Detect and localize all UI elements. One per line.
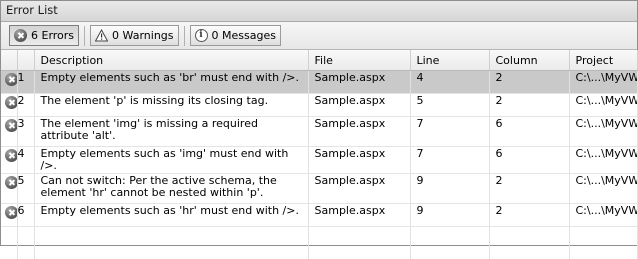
row-number: 4 xyxy=(17,147,34,174)
row-line: 5 xyxy=(410,94,489,117)
row-number: 3 xyxy=(17,117,34,147)
messages-filter-button[interactable]: i 0 Messages xyxy=(190,25,281,46)
row-column: 2 xyxy=(489,94,569,117)
row-column: 2 xyxy=(489,204,569,227)
table-header-row: Description File Line Column Project xyxy=(1,50,637,71)
row-file: Sample.aspx xyxy=(308,204,410,227)
error-icon xyxy=(5,176,17,189)
error-icon xyxy=(5,149,17,162)
errors-filter-button[interactable]: 6 Errors xyxy=(9,25,79,46)
toolbar-separator xyxy=(184,26,185,46)
number-column-header[interactable] xyxy=(17,50,34,71)
warnings-filter-button[interactable]: 0 Warnings xyxy=(90,25,178,46)
row-file: Sample.aspx xyxy=(308,71,410,94)
project-column-header[interactable]: Project xyxy=(569,50,637,71)
error-list-toolbar: 6 Errors 0 Warnings i 0 Messages xyxy=(1,22,637,50)
row-file: Sample.aspx xyxy=(308,117,410,147)
error-icon xyxy=(5,206,17,219)
row-file: Sample.aspx xyxy=(308,94,410,117)
error-icon xyxy=(5,73,17,86)
error-table: Description File Line Column Project 1 E… xyxy=(1,50,638,259)
row-file: Sample.aspx xyxy=(308,147,410,174)
warnings-filter-label: 0 Warnings xyxy=(112,29,173,42)
row-file: Sample.aspx xyxy=(308,174,410,204)
row-description: The element 'p' is missing its closing t… xyxy=(34,94,308,117)
row-project: C:\...\MyVWDSite xyxy=(569,174,637,204)
info-icon: i xyxy=(195,29,208,42)
error-icon xyxy=(5,96,17,109)
column-column-header[interactable]: Column xyxy=(489,50,569,71)
line-column-header[interactable]: Line xyxy=(410,50,489,71)
row-line: 7 xyxy=(410,147,489,174)
row-project: C:\...\MyVWDSite xyxy=(569,147,637,174)
table-row[interactable]: 3 The element 'img' is missing a require… xyxy=(1,117,637,147)
row-line: 7 xyxy=(410,117,489,147)
row-description: Empty elements such as 'hr' must end wit… xyxy=(34,204,308,227)
table-row[interactable]: 2 The element 'p' is missing its closing… xyxy=(1,94,637,117)
row-line: 9 xyxy=(410,174,489,204)
row-description: Empty elements such as 'img' must end wi… xyxy=(34,147,308,174)
row-project: C:\...\MyVWDSite xyxy=(569,117,637,147)
row-project: C:\...\MyVWDSite xyxy=(569,94,637,117)
file-column-header[interactable]: File xyxy=(308,50,410,71)
icon-column-header[interactable] xyxy=(1,50,17,71)
row-number: 2 xyxy=(17,94,34,117)
row-column: 6 xyxy=(489,147,569,174)
error-icon xyxy=(5,119,17,132)
row-line: 9 xyxy=(410,204,489,227)
row-description: Empty elements such as 'br' must end wit… xyxy=(34,71,308,94)
table-row[interactable]: 5 Can not switch: Per the active schema,… xyxy=(1,174,637,204)
row-description: Can not switch: Per the active schema, t… xyxy=(34,174,308,204)
empty-row-area xyxy=(1,227,637,259)
table-row[interactable]: 4 Empty elements such as 'img' must end … xyxy=(1,147,637,174)
error-list-panel: Error List 6 Errors 0 Warnings i 0 Messa… xyxy=(0,0,638,246)
description-column-header[interactable]: Description xyxy=(34,50,308,71)
row-column: 6 xyxy=(489,117,569,147)
row-column: 2 xyxy=(489,174,569,204)
row-project: C:\...\MyVWDSite xyxy=(569,204,637,227)
row-number: 5 xyxy=(17,174,34,204)
warning-icon xyxy=(95,29,108,42)
row-number: 6 xyxy=(17,204,34,227)
error-icon xyxy=(14,29,27,42)
row-number: 1 xyxy=(17,71,34,94)
errors-filter-label: 6 Errors xyxy=(31,29,74,42)
table-row[interactable]: 6 Empty elements such as 'hr' must end w… xyxy=(1,204,637,227)
toolbar-separator xyxy=(84,26,85,46)
messages-filter-label: 0 Messages xyxy=(212,29,276,42)
row-description: The element 'img' is missing a required … xyxy=(34,117,308,147)
row-column: 2 xyxy=(489,71,569,94)
table-row[interactable]: 1 Empty elements such as 'br' must end w… xyxy=(1,71,637,94)
row-project: C:\...\MyVWDSite xyxy=(569,71,637,94)
panel-title: Error List xyxy=(1,1,637,22)
row-line: 4 xyxy=(410,71,489,94)
